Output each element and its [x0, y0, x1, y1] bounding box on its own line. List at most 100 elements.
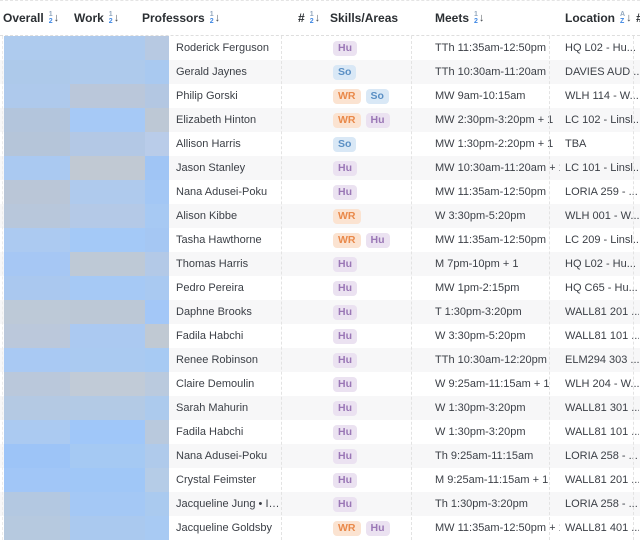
professor-name: Sarah Mahurin: [176, 402, 249, 414]
sort-numeric-icon[interactable]: 1 2 ↓: [210, 11, 220, 25]
location: LORIA 259 - ...: [565, 186, 638, 198]
overall-rating-blurred: [4, 492, 70, 516]
skills-areas-cell: Hu: [333, 156, 362, 180]
column-header-enrollment-label: #: [298, 11, 305, 25]
meets-time: MW 1:30pm-2:20pm + 1: [435, 138, 554, 150]
table-row[interactable]: Nana Adusei-Poku Hu Th 9:25am-11:15am LO…: [0, 444, 640, 468]
meets-time: MW 11:35am-12:50pm: [435, 234, 547, 246]
professor-name: Jacqueline Goldsby: [176, 522, 273, 534]
professor-name: Tasha Hawthorne: [176, 234, 262, 246]
location: WALL81 201 ...: [565, 306, 639, 318]
work-rating-blurred: [70, 420, 145, 444]
table-row[interactable]: Thomas Harris Hu M 7pm-10pm + 1 HQ L02 -…: [0, 252, 640, 276]
table-row[interactable]: Jacqueline Goldsby WR Hu MW 11:35am-12:50…: [0, 516, 640, 540]
skill-badge-wr: WR: [333, 208, 361, 224]
work-rating-blurred: [70, 396, 145, 420]
table-row[interactable]: Renee Robinson Hu TTh 10:30am-12:20pm EL…: [0, 348, 640, 372]
meets-time: MW 11:35am-12:50pm: [435, 186, 547, 198]
skill-badge-wr: WR: [333, 520, 361, 536]
overall-rating-blurred: [4, 348, 70, 372]
table-row[interactable]: Philip Gorski WR So MW 9am-10:15am WLH 11…: [0, 84, 640, 108]
table-row[interactable]: Tasha Hawthorne WR Hu MW 11:35am-12:50pm …: [0, 228, 640, 252]
table-row[interactable]: Alison Kibbe WR W 3:30pm-5:20pm WLH 001 …: [0, 204, 640, 228]
professor-rating-blurred: [145, 36, 169, 60]
table-row[interactable]: Gerald Jaynes So TTh 10:30am-11:20am DAV…: [0, 60, 640, 84]
column-header-work-label: Work: [74, 11, 104, 25]
location: HQ C65 - Hu...: [565, 282, 638, 294]
table-row[interactable]: Daphne Brooks Hu T 1:30pm-3:20pm WALL81 …: [0, 300, 640, 324]
professor-rating-blurred: [145, 84, 169, 108]
location: WALL81 401 ...: [565, 522, 639, 534]
table-row[interactable]: Nana Adusei-Poku Hu MW 11:35am-12:50pm L…: [0, 180, 640, 204]
column-header-work[interactable]: Work 1 2 ↓: [74, 1, 119, 36]
table-row[interactable]: Pedro Pereira Hu MW 1pm-2:15pm HQ C65 - …: [0, 276, 640, 300]
table-row[interactable]: Fadila Habchi Hu W 3:30pm-5:20pm WALL81 …: [0, 324, 640, 348]
professor-name: Philip Gorski: [176, 90, 238, 102]
table-row[interactable]: Fadila Habchi Hu W 1:30pm-3:20pm WALL81 …: [0, 420, 640, 444]
skills-areas-cell: Hu: [333, 252, 362, 276]
overall-rating-blurred: [4, 252, 70, 276]
column-header-meets[interactable]: Meets 1 2 ↓: [435, 1, 484, 36]
meets-time: W 1:30pm-3:20pm: [435, 402, 526, 414]
skill-badge-hu: Hu: [333, 496, 357, 512]
work-rating-blurred: [70, 180, 145, 204]
table-row[interactable]: Jason Stanley Hu MW 10:30am-11:20am + 1 …: [0, 156, 640, 180]
work-rating-blurred: [70, 348, 145, 372]
sort-alpha-icon[interactable]: A Z ↓: [620, 11, 632, 25]
table-row[interactable]: Allison Harris So MW 1:30pm-2:20pm + 1 T…: [0, 132, 640, 156]
overall-rating-blurred: [4, 300, 70, 324]
overall-rating-blurred: [4, 324, 70, 348]
table-row[interactable]: Roderick Ferguson Hu TTh 11:35am-12:50pm…: [0, 36, 640, 60]
column-header-enrollment[interactable]: # 1 2 ↓: [298, 1, 320, 36]
skills-areas-cell: Hu: [333, 444, 362, 468]
location: LORIA 258 - ...: [565, 450, 638, 462]
table-row[interactable]: Sarah Mahurin Hu W 1:30pm-3:20pm WALL81 …: [0, 396, 640, 420]
meets-time: T 1:30pm-3:20pm: [435, 306, 522, 318]
sort-numeric-icon[interactable]: 1 2 ↓: [49, 11, 59, 25]
table-row[interactable]: Elizabeth Hinton WR Hu MW 2:30pm-3:20pm +…: [0, 108, 640, 132]
professor-name: Nana Adusei-Poku: [176, 450, 268, 462]
column-header-location[interactable]: Location A Z ↓: [565, 1, 632, 36]
location: HQ L02 - Hu...: [565, 258, 636, 270]
meets-time: TTh 10:30am-12:20pm: [435, 354, 547, 366]
skill-badge-so: So: [365, 88, 389, 104]
skills-areas-cell: Hu: [333, 396, 362, 420]
professor-name: Thomas Harris: [176, 258, 249, 270]
work-rating-blurred: [70, 516, 145, 540]
sort-numeric-icon[interactable]: 1 2 ↓: [310, 11, 320, 25]
professor-rating-blurred: [145, 468, 169, 492]
overall-rating-blurred: [4, 396, 70, 420]
sort-numeric-icon[interactable]: 1 2 ↓: [109, 11, 119, 25]
professor-rating-blurred: [145, 444, 169, 468]
meets-time: Th 1:30pm-3:20pm: [435, 498, 528, 510]
location: HQ L02 - Hu...: [565, 42, 636, 54]
work-rating-blurred: [70, 204, 145, 228]
skills-areas-cell: WR Hu: [333, 108, 395, 132]
column-header-professors[interactable]: Professors 1 2 ↓: [142, 1, 220, 36]
location: WLH 114 - W...: [565, 90, 639, 102]
professor-name: Daphne Brooks: [176, 306, 252, 318]
table-row[interactable]: Jacqueline Jung • Isaac J... Hu Th 1:30p…: [0, 492, 640, 516]
table-row[interactable]: Crystal Feimster Hu M 9:25am-11:15am + 1…: [0, 468, 640, 492]
work-rating-blurred: [70, 84, 145, 108]
professor-name: Elizabeth Hinton: [176, 114, 257, 126]
work-rating-blurred: [70, 60, 145, 84]
sort-numeric-icon[interactable]: 1 2 ↓: [474, 11, 484, 25]
overall-rating-blurred: [4, 156, 70, 180]
professor-name: Jacqueline Jung • Isaac J...: [176, 498, 281, 510]
professor-rating-blurred: [145, 396, 169, 420]
professor-rating-blurred: [145, 420, 169, 444]
professor-rating-blurred: [145, 156, 169, 180]
meets-time: MW 2:30pm-3:20pm + 1: [435, 114, 554, 126]
location: WLH 204 - W...: [565, 378, 639, 390]
overall-rating-blurred: [4, 84, 70, 108]
overall-rating-blurred: [4, 444, 70, 468]
work-rating-blurred: [70, 300, 145, 324]
overall-rating-blurred: [4, 420, 70, 444]
skills-areas-cell: Hu: [333, 276, 362, 300]
professor-rating-blurred: [145, 492, 169, 516]
professor-rating-blurred: [145, 372, 169, 396]
table-row[interactable]: Claire Demoulin Hu W 9:25am-11:15am + 1 …: [0, 372, 640, 396]
professor-name: Alison Kibbe: [176, 210, 238, 222]
column-header-overall[interactable]: Overall 1 2 ↓: [3, 1, 59, 36]
